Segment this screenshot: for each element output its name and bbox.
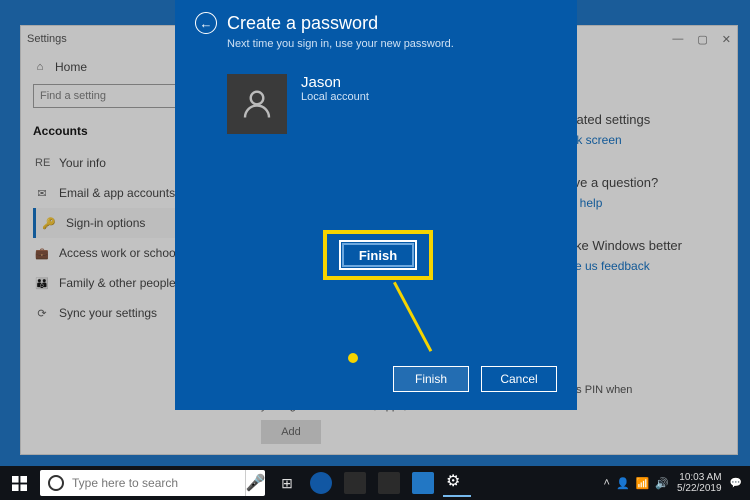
close-icon[interactable]: ✕: [722, 33, 731, 46]
notifications-icon[interactable]: 💬: [730, 478, 742, 489]
user-name: Jason: [301, 74, 369, 91]
sidebar-item-label: Sign-in options: [66, 216, 145, 230]
finish-button-large[interactable]: Finish: [339, 240, 417, 270]
sidebar-item-label: Access work or school: [59, 246, 178, 260]
finish-button[interactable]: Finish: [393, 366, 469, 392]
annotation-line: [393, 282, 432, 352]
taskbar-app-settings[interactable]: ⚙: [443, 469, 471, 497]
taskbar-app-explorer[interactable]: [341, 469, 369, 497]
user-type: Local account: [301, 91, 369, 103]
start-button[interactable]: [0, 466, 38, 500]
add-pin-button[interactable]: Add: [261, 420, 321, 444]
create-password-dialog: ← Create a password Next time you sign i…: [175, 0, 577, 410]
maximize-icon[interactable]: ▢: [697, 33, 707, 46]
clock-date: 5/22/2019: [677, 483, 722, 494]
briefcase-icon: 💼: [35, 247, 49, 260]
cancel-button[interactable]: Cancel: [481, 366, 557, 392]
question-header: Have a question?: [557, 175, 725, 190]
taskbar-app-store[interactable]: [375, 469, 403, 497]
search-icon: [48, 475, 64, 491]
sync-icon: ⟳: [35, 307, 49, 320]
mail-icon: ✉: [35, 187, 49, 200]
taskbar-clock[interactable]: 10:03 AM 5/22/2019: [677, 472, 722, 494]
lock-screen-link[interactable]: Lock screen: [557, 133, 725, 147]
window-buttons: — ▢ ✕: [672, 33, 731, 46]
annotation-dot: [348, 353, 358, 363]
arrow-left-icon: ←: [200, 16, 213, 31]
gear-icon: ⚙: [446, 471, 468, 493]
dialog-title: Create a password: [227, 13, 378, 34]
taskbar: Type here to search 🎤 ⊞ ⚙ ˄ 👤 📶 🔊 10:03 …: [0, 466, 750, 500]
back-button[interactable]: ←: [195, 12, 217, 34]
user-icon: [239, 86, 275, 122]
search-placeholder: Type here to search: [72, 476, 178, 490]
sidebar-item-label: Your info: [59, 156, 106, 170]
people-icon: 👪: [35, 277, 49, 290]
taskbar-apps: ⊞ ⚙: [273, 469, 471, 497]
avatar: [227, 74, 287, 134]
sidebar-item-label: Family & other people: [59, 276, 176, 290]
user-block: Jason Local account: [175, 56, 577, 134]
task-view-icon[interactable]: ⊞: [273, 469, 301, 497]
person-icon: RE: [35, 157, 49, 169]
sidebar-item-label: Email & app accounts: [59, 186, 175, 200]
taskbar-search[interactable]: Type here to search 🎤: [40, 470, 265, 496]
windows-icon: [12, 476, 27, 491]
tray-chevron-icon[interactable]: ˄: [604, 477, 610, 490]
taskbar-app-edge[interactable]: [307, 469, 335, 497]
feedback-header: Make Windows better: [557, 238, 725, 253]
key-icon: 🔑: [42, 217, 56, 230]
get-help-link[interactable]: Get help: [557, 196, 725, 210]
home-label: Home: [55, 60, 87, 74]
dialog-subtitle: Next time you sign in, use your new pass…: [175, 38, 577, 50]
home-icon: ⌂: [33, 61, 47, 73]
minimize-icon[interactable]: —: [672, 33, 683, 46]
tray-volume-icon[interactable]: 🔊: [655, 477, 669, 490]
system-tray: ˄ 👤 📶 🔊 10:03 AM 5/22/2019 💬: [604, 472, 750, 494]
taskbar-app-mail[interactable]: [409, 469, 437, 497]
sidebar-item-label: Sync your settings: [59, 306, 157, 320]
annotation-highlight: Finish: [323, 230, 433, 280]
mic-icon[interactable]: 🎤: [245, 470, 265, 496]
tray-people-icon[interactable]: 👤: [616, 477, 630, 490]
window-title: Settings: [27, 33, 67, 45]
tray-network-icon[interactable]: 📶: [636, 477, 650, 490]
feedback-link[interactable]: Give us feedback: [557, 259, 725, 273]
related-settings-header: Related settings: [557, 112, 725, 127]
clock-time: 10:03 AM: [677, 472, 722, 483]
